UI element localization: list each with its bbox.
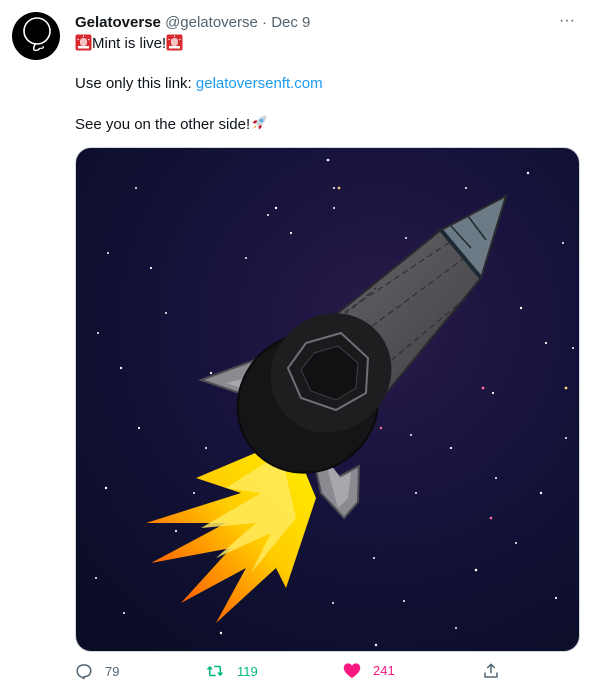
author-handle[interactable]: @gelatoverse — [165, 14, 258, 31]
author-name[interactable]: Gelatoverse — [75, 14, 161, 31]
tweet-header: Gelatoverse @gelatoverse · Dec 9 — [75, 13, 310, 33]
like-button[interactable]: 241 — [343, 662, 395, 679]
reply-icon — [76, 664, 92, 680]
share-icon — [484, 663, 498, 678]
police-light-emoji — [75, 34, 92, 57]
link-prefix: Use only this link: — [75, 75, 196, 92]
retweet-count: 119 — [237, 663, 258, 679]
reply-count: 79 — [105, 663, 120, 679]
tweet-text: Mint is live! Use only this link: gelato… — [75, 34, 580, 134]
more-icon: ··· — [559, 12, 575, 29]
heart-icon — [343, 663, 361, 678]
tweet-actions: 79 119 241 — [75, 662, 580, 686]
tweet-image[interactable] — [75, 147, 580, 652]
retweet-button[interactable]: 119 — [205, 662, 258, 680]
more-options-button[interactable]: ··· — [555, 13, 579, 33]
rocket-illustration — [76, 148, 579, 651]
police-light-emoji — [166, 34, 183, 57]
retweet-icon — [206, 665, 224, 677]
header-separator: · — [262, 14, 268, 31]
gelatoverse-link[interactable]: gelatoversenft.com — [196, 75, 323, 92]
like-count: 241 — [373, 663, 395, 678]
rocket-emoji — [250, 114, 268, 138]
gelato-logo-icon — [23, 17, 51, 52]
tweet-date[interactable]: Dec 9 — [271, 14, 310, 31]
avatar[interactable] — [12, 12, 60, 60]
farewell-line: See you on the other side! — [75, 114, 580, 134]
share-button[interactable] — [482, 662, 500, 680]
farewell-text: See you on the other side! — [75, 116, 251, 133]
mint-line: Mint is live! — [75, 34, 580, 54]
link-line: Use only this link: gelatoversenft.com — [75, 74, 580, 94]
mint-text: Mint is live! — [92, 35, 167, 52]
reply-button[interactable]: 79 — [75, 662, 119, 680]
tweet[interactable]: Gelatoverse @gelatoverse · Dec 9 ··· Min… — [0, 0, 595, 695]
